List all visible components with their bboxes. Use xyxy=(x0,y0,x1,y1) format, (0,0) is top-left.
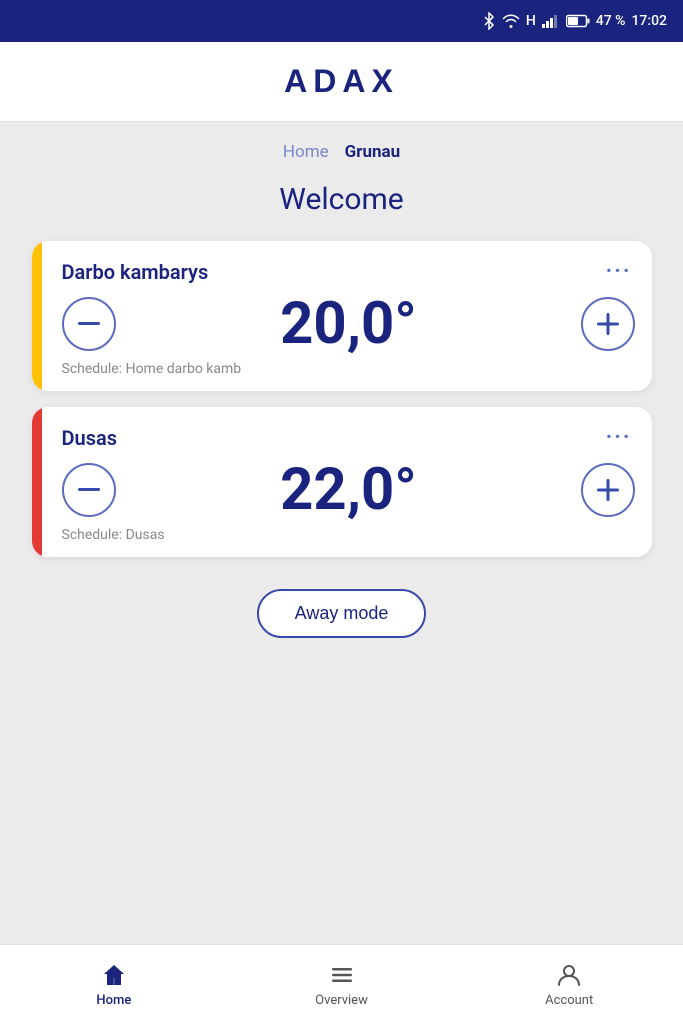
temperature-display-2: 22,0° xyxy=(280,461,417,519)
minus-icon-2 xyxy=(78,488,100,492)
signal-h: H xyxy=(526,13,536,29)
card-body-2: Dusas ··· 22,0° Schedule: Dusas xyxy=(42,407,652,557)
plus-icon-1 xyxy=(597,313,619,335)
decrease-temp-btn-2[interactable] xyxy=(62,463,116,517)
nav-item-overview[interactable]: Overview xyxy=(228,945,456,1024)
app-header: ADAX xyxy=(0,42,683,122)
increase-temp-btn-2[interactable] xyxy=(581,463,635,517)
card-controls-1: 20,0° xyxy=(62,295,636,353)
welcome-title: Welcome xyxy=(279,182,403,217)
app-logo: ADAX xyxy=(284,63,399,100)
bluetooth-icon xyxy=(482,12,496,30)
increase-temp-btn-1[interactable] xyxy=(581,297,635,351)
signal-icon xyxy=(542,14,560,28)
device-name-2: Dusas xyxy=(62,426,118,450)
plus-icon-2 xyxy=(597,479,619,501)
device-menu-btn-1[interactable]: ··· xyxy=(602,257,636,287)
main-content: Home Grunau Welcome Darbo kambarys ··· 2… xyxy=(0,122,683,944)
card-schedule-2: Schedule: Dusas xyxy=(62,527,636,543)
decrease-temp-btn-1[interactable] xyxy=(62,297,116,351)
device-card-darbo-kambarys: Darbo kambarys ··· 20,0° Schedule: Hom xyxy=(32,241,652,391)
away-mode-button[interactable]: Away mode xyxy=(257,589,427,638)
status-icons: H 47 % 17:02 xyxy=(482,12,667,30)
card-accent-yellow xyxy=(32,241,42,391)
time-display: 17:02 xyxy=(631,13,667,29)
bottom-nav: Home Overview Account xyxy=(0,944,683,1024)
battery-percent: 47 % xyxy=(596,13,626,29)
temperature-display-1: 20,0° xyxy=(280,295,417,353)
nav-label-account: Account xyxy=(545,993,593,1008)
card-header-1: Darbo kambarys ··· xyxy=(62,257,636,287)
card-controls-2: 22,0° xyxy=(62,461,636,519)
wifi-icon xyxy=(502,14,520,28)
overview-icon xyxy=(328,961,356,989)
breadcrumb: Home Grunau xyxy=(283,142,400,162)
card-header-2: Dusas ··· xyxy=(62,423,636,453)
device-menu-btn-2[interactable]: ··· xyxy=(602,423,636,453)
account-icon xyxy=(555,961,583,989)
device-name-1: Darbo kambarys xyxy=(62,260,209,284)
nav-item-home[interactable]: Home xyxy=(0,945,228,1024)
breadcrumb-current[interactable]: Grunau xyxy=(345,142,400,162)
card-accent-orange xyxy=(32,407,42,557)
breadcrumb-home[interactable]: Home xyxy=(283,142,329,162)
home-icon xyxy=(100,961,128,989)
status-bar: H 47 % 17:02 xyxy=(0,0,683,42)
nav-label-home: Home xyxy=(96,993,131,1008)
card-schedule-1: Schedule: Home darbo kamb xyxy=(62,361,636,377)
nav-label-overview: Overview xyxy=(315,993,368,1008)
card-body-1: Darbo kambarys ··· 20,0° Schedule: Hom xyxy=(42,241,652,391)
battery-icon xyxy=(566,14,590,28)
nav-item-account[interactable]: Account xyxy=(455,945,683,1024)
minus-icon-1 xyxy=(78,322,100,326)
device-card-dusas: Dusas ··· 22,0° Schedule: Dusas xyxy=(32,407,652,557)
